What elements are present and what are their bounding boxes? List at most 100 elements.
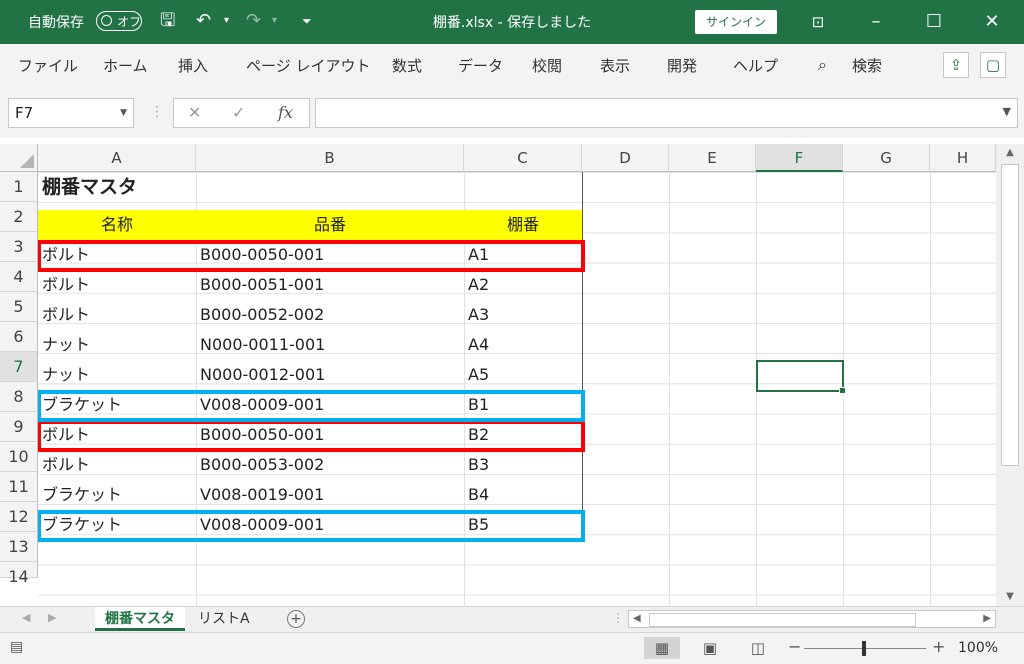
- active-cell-f7[interactable]: [756, 360, 846, 394]
- column-header-f[interactable]: F: [756, 144, 843, 172]
- zoom-slider-thumb[interactable]: [862, 641, 866, 656]
- ribbon-display-icon[interactable]: ⊡: [798, 8, 838, 36]
- cell-part-no[interactable]: B000-0051-001: [196, 270, 324, 300]
- zoom-in-icon[interactable]: +: [932, 637, 945, 656]
- column-header-h[interactable]: H: [930, 144, 996, 172]
- cancel-icon[interactable]: ✕: [188, 103, 201, 122]
- signin-button[interactable]: サインイン: [695, 10, 777, 34]
- cell-name[interactable]: ボルト: [38, 450, 90, 480]
- column-header-a[interactable]: A: [38, 144, 196, 172]
- tab-page-layout[interactable]: ページ レイアウト: [246, 55, 370, 76]
- vertical-scrollbar[interactable]: ▲ ▼: [996, 144, 1024, 606]
- zoom-out-icon[interactable]: −: [788, 637, 801, 656]
- cell-name[interactable]: ボルト: [38, 270, 90, 300]
- cell-a1-title[interactable]: 棚番マスタ: [38, 172, 338, 202]
- tab-formulas[interactable]: 数式: [392, 55, 422, 76]
- row-header-6[interactable]: 6: [0, 322, 38, 352]
- formula-input[interactable]: ▼: [315, 98, 1018, 128]
- tab-help[interactable]: ヘルプ: [733, 55, 778, 76]
- zoom-level[interactable]: 100%: [958, 640, 998, 656]
- enter-icon[interactable]: ✓: [232, 103, 245, 122]
- tab-developer[interactable]: 開発: [667, 55, 697, 76]
- cell-shelf-no[interactable]: A5: [464, 360, 489, 390]
- minimize-icon[interactable]: –: [856, 8, 896, 36]
- row-header-10[interactable]: 10: [0, 442, 38, 472]
- duplicate-highlight-red: [38, 420, 585, 452]
- cell-a2-header[interactable]: 名称: [38, 210, 196, 240]
- scroll-left-icon[interactable]: ◀: [633, 613, 641, 624]
- cell-name[interactable]: ボルト: [38, 300, 90, 330]
- tab-view[interactable]: 表示: [600, 55, 630, 76]
- cell-shelf-no[interactable]: A4: [464, 330, 489, 360]
- share-icon[interactable]: ⇪: [943, 52, 969, 78]
- cell-part-no[interactable]: N000-0011-001: [196, 330, 325, 360]
- tab-review[interactable]: 校閲: [532, 55, 562, 76]
- select-all-button[interactable]: [0, 144, 38, 172]
- column-header-d[interactable]: D: [582, 144, 669, 172]
- row-header-9[interactable]: 9: [0, 412, 38, 442]
- cell-shelf-no[interactable]: A2: [464, 270, 489, 300]
- scroll-up-icon[interactable]: ▲: [996, 144, 1024, 162]
- vertical-scroll-thumb[interactable]: [1001, 164, 1019, 466]
- tab-file[interactable]: ファイル: [18, 55, 78, 76]
- cell-part-no[interactable]: B000-0053-002: [196, 450, 324, 480]
- row-header-13[interactable]: 13: [0, 532, 38, 562]
- row-header-2[interactable]: 2: [0, 202, 38, 232]
- name-box-dropdown-icon[interactable]: ▼: [120, 99, 127, 127]
- sheet-tab-list-a[interactable]: リストA: [188, 607, 260, 631]
- column-header-b[interactable]: B: [196, 144, 464, 172]
- scroll-right-icon[interactable]: ▶: [983, 613, 991, 624]
- sheet-tab-bar: ◀ ▶ 棚番マスタ リストA + ⋮ ◀ ▶: [0, 606, 1024, 633]
- cell-name[interactable]: ブラケット: [38, 480, 122, 510]
- normal-view-icon[interactable]: ▦: [644, 637, 680, 659]
- duplicate-highlight-blue: [38, 390, 585, 422]
- column-header-e[interactable]: E: [669, 144, 756, 172]
- cell-part-no[interactable]: B000-0052-002: [196, 300, 324, 330]
- name-box[interactable]: F7 ▼: [8, 98, 134, 128]
- cell-area[interactable]: 棚番マスタ 名称 品番 棚番 ボルト B000-0050-001 A1 ボルト …: [38, 172, 996, 606]
- expand-formula-icon[interactable]: ▼: [1003, 105, 1011, 118]
- row-header-4[interactable]: 4: [0, 262, 38, 292]
- row-header-3[interactable]: 3: [0, 232, 38, 262]
- cell-name[interactable]: ナット: [38, 330, 90, 360]
- filename: 棚番.xlsx: [432, 15, 494, 31]
- cell-shelf-no[interactable]: B4: [464, 480, 489, 510]
- cell-part-no[interactable]: N000-0012-001: [196, 360, 325, 390]
- column-header-c[interactable]: C: [464, 144, 582, 172]
- row-header-14[interactable]: 14: [0, 562, 38, 586]
- row-header-11[interactable]: 11: [0, 472, 38, 502]
- cell-part-no[interactable]: V008-0019-001: [196, 480, 324, 510]
- row-header-1[interactable]: 1: [0, 172, 38, 202]
- page-layout-view-icon[interactable]: ▣: [692, 637, 728, 659]
- macro-recording-icon[interactable]: ▤: [10, 639, 23, 655]
- horizontal-scrollbar[interactable]: ◀ ▶: [628, 610, 996, 628]
- search-label[interactable]: 検索: [852, 55, 882, 76]
- tab-home[interactable]: ホーム: [103, 55, 148, 76]
- page-break-preview-icon[interactable]: ◫: [740, 637, 776, 659]
- tab-insert[interactable]: 挿入: [178, 55, 208, 76]
- insert-function-icon[interactable]: fx: [278, 103, 293, 122]
- cell-name[interactable]: ナット: [38, 360, 90, 390]
- row-header-7[interactable]: 7: [0, 352, 38, 382]
- add-sheet-icon[interactable]: +: [287, 610, 305, 628]
- sheet-tab-tanaban-master[interactable]: 棚番マスタ: [95, 607, 185, 631]
- scroll-down-icon[interactable]: ▼: [996, 588, 1024, 606]
- row-header-8[interactable]: 8: [0, 382, 38, 412]
- close-icon[interactable]: ✕: [972, 8, 1012, 36]
- horizontal-scroll-thumb[interactable]: [649, 613, 916, 627]
- row-header-12[interactable]: 12: [0, 502, 38, 532]
- tab-data[interactable]: データ: [458, 55, 503, 76]
- cell-c2-header[interactable]: 棚番: [464, 210, 582, 240]
- cell-shelf-no[interactable]: B3: [464, 450, 489, 480]
- comments-icon[interactable]: ▢: [980, 52, 1006, 78]
- column-header-g[interactable]: G: [843, 144, 930, 172]
- sheet-next-icon[interactable]: ▶: [48, 611, 56, 624]
- search-icon[interactable]: ⌕: [818, 55, 827, 75]
- cell-shelf-no[interactable]: A3: [464, 300, 489, 330]
- splitter-handle-icon[interactable]: ⋮: [150, 104, 164, 120]
- maximize-icon[interactable]: ☐: [914, 8, 954, 36]
- cell-b2-header[interactable]: 品番: [196, 210, 464, 240]
- row-header-5[interactable]: 5: [0, 292, 38, 322]
- tab-split-handle-icon[interactable]: ⋮: [612, 611, 624, 625]
- sheet-prev-icon[interactable]: ◀: [22, 611, 30, 624]
